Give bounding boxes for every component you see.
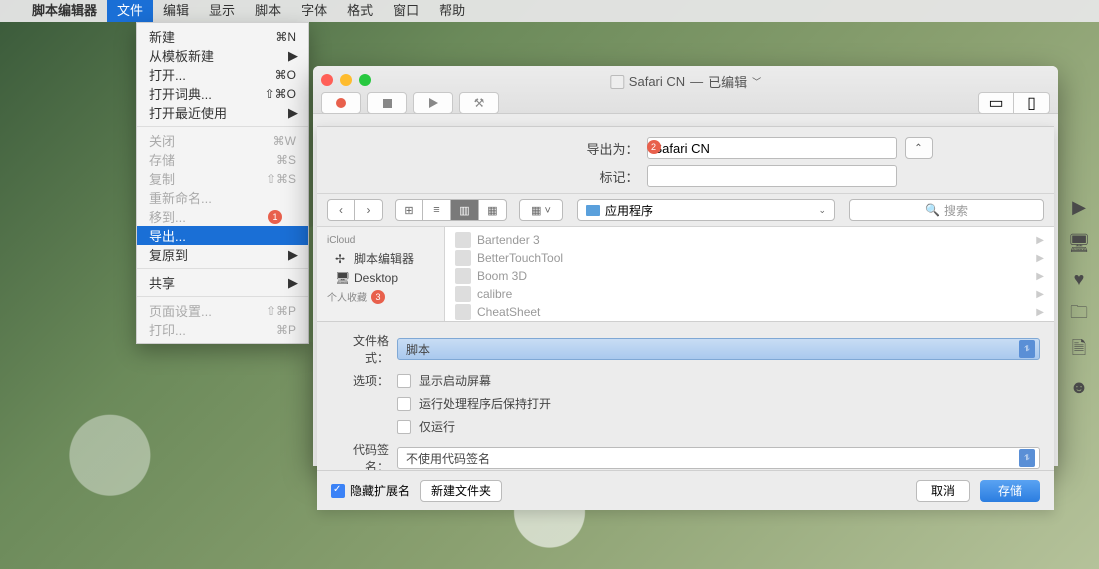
options-label: 选项：: [331, 372, 389, 389]
file-column[interactable]: Bartender 3▶ BetterTouchTool▶ Boom 3D▶ c…: [445, 227, 1054, 321]
menu-revert[interactable]: 复原到▶: [137, 245, 308, 264]
menu-moveto: 移到...1: [137, 207, 308, 226]
codesign-select[interactable]: 不使用代码签名⥮: [397, 447, 1040, 469]
menu-open-recent[interactable]: 打开最近使用▶: [137, 103, 308, 122]
app-icon: [455, 304, 471, 320]
new-folder-button[interactable]: 新建文件夹: [420, 480, 502, 502]
cancel-button[interactable]: 取消: [916, 480, 970, 502]
app-icon: [455, 232, 471, 248]
file-dropdown: 新建⌘N 从模板新建▶ 打开...⌘O 打开词典...⇧⌘O 打开最近使用▶ 关…: [136, 22, 309, 344]
file-item[interactable]: CheatSheet▶: [445, 303, 1054, 321]
folder-icon: [586, 205, 600, 216]
menubar: 脚本编辑器 文件 编辑 显示 脚本 字体 格式 窗口 帮助: [0, 0, 1099, 22]
stay-open-checkbox[interactable]: [397, 397, 411, 411]
browser-toolbar: ‹ › ⊞ ≡ ▥ ▦ ▦ ˅ 应用程序 ⌄ 🔍 搜索: [317, 193, 1054, 227]
view-gallery[interactable]: ▦: [479, 199, 507, 221]
nav-forward[interactable]: ›: [355, 199, 383, 221]
menu-page-setup: 页面设置...⇧⌘P: [137, 301, 308, 320]
view-icons[interactable]: ⊞: [395, 199, 423, 221]
sidebar-script-editor[interactable]: ✢脚本编辑器: [317, 248, 444, 269]
view-columns[interactable]: ▥: [451, 199, 479, 221]
menu-open-dictionary[interactable]: 打开词典...⇧⌘O: [137, 84, 308, 103]
folder-clock-icon[interactable]: 🗀: [1068, 304, 1090, 326]
file-clock-icon[interactable]: 🗎: [1068, 340, 1090, 362]
menu-duplicate: 复制⇧⌘S: [137, 169, 308, 188]
menu-help[interactable]: 帮助: [429, 0, 475, 22]
panel-toggle-right[interactable]: ▯: [1014, 92, 1050, 114]
window-title: Safari CN — 已编辑 ﹀: [610, 72, 761, 91]
app-menu[interactable]: 脚本编辑器: [22, 0, 107, 22]
menu-edit[interactable]: 编辑: [153, 0, 199, 22]
run-only-label: 仅运行: [419, 418, 455, 435]
menu-script[interactable]: 脚本: [245, 0, 291, 22]
heart-icon[interactable]: ♥: [1068, 268, 1090, 290]
menu-print: 打印...⌘P: [137, 320, 308, 339]
menu-open[interactable]: 打开...⌘O: [137, 65, 308, 84]
titlebar: Safari CN — 已编辑 ﹀ ⚒ ▭ ▯: [313, 66, 1058, 114]
show-startup-label: 显示启动屏幕: [419, 372, 491, 389]
run-only-checkbox[interactable]: [397, 420, 411, 434]
nav-back[interactable]: ‹: [327, 199, 355, 221]
location-popup[interactable]: 应用程序 ⌄: [577, 199, 835, 221]
menu-window[interactable]: 窗口: [383, 0, 429, 22]
file-item[interactable]: Bartender 3▶: [445, 231, 1054, 249]
menu-new[interactable]: 新建⌘N: [137, 27, 308, 46]
menu-new-from-template[interactable]: 从模板新建▶: [137, 46, 308, 65]
menu-view[interactable]: 显示: [199, 0, 245, 22]
sidebar-header-favorites: 个人收藏3: [317, 287, 444, 306]
menu-share[interactable]: 共享▶: [137, 273, 308, 292]
save-button[interactable]: 存储: [980, 480, 1040, 502]
app-icon: ✢: [335, 252, 349, 266]
menu-export[interactable]: 导出...: [137, 226, 308, 245]
menu-font[interactable]: 字体: [291, 0, 337, 22]
record-button[interactable]: [321, 92, 361, 114]
desktop-icon: 🖥: [335, 271, 349, 285]
show-startup-checkbox[interactable]: [397, 374, 411, 388]
group-menu[interactable]: ▦ ˅: [519, 199, 563, 221]
file-item[interactable]: BetterTouchTool▶: [445, 249, 1054, 267]
tags-label: 标记：: [439, 167, 639, 186]
search-icon: 🔍: [925, 203, 940, 217]
menu-file[interactable]: 文件: [107, 0, 153, 22]
sidebar-header-icloud: iCloud: [317, 233, 444, 248]
sidebar-desktop[interactable]: 🖥Desktop: [317, 269, 444, 287]
file-format-label: 文件格式：: [331, 332, 389, 366]
export-as-label: 2 导出为：: [439, 139, 639, 158]
hide-extension-checkbox[interactable]: [331, 484, 345, 498]
finder-icon[interactable]: ☻: [1068, 376, 1090, 398]
export-sheet: 2 导出为： ⌃ 标记： ‹ › ⊞ ≡ ▥ ▦ ▦ ˅ 应用程序 ⌄ 🔍: [317, 126, 1054, 510]
run-button[interactable]: [413, 92, 453, 114]
window-close[interactable]: [321, 74, 333, 86]
stay-open-label: 运行处理程序后保持打开: [419, 395, 551, 412]
menu-close: 关闭⌘W: [137, 131, 308, 150]
sidebar: iCloud ✢脚本编辑器 🖥Desktop 个人收藏3: [317, 227, 445, 321]
sheet-bottom-bar: 隐藏扩展名 新建文件夹 取消 存储: [317, 470, 1054, 510]
file-browser: iCloud ✢脚本编辑器 🖥Desktop 个人收藏3 Bartender 3…: [317, 227, 1054, 322]
export-options: 文件格式： 脚本⥮ 选项： 显示启动屏幕 运行处理程序后保持打开 仅运行 代码签…: [317, 322, 1054, 483]
file-item[interactable]: calibre▶: [445, 285, 1054, 303]
expand-collapse-button[interactable]: ⌃: [905, 137, 933, 159]
app-icon: [455, 250, 471, 266]
chat-icon[interactable]: ▶: [1068, 196, 1090, 218]
menu-save: 存储⌘S: [137, 150, 308, 169]
app-icon: [455, 268, 471, 284]
export-name-input[interactable]: [647, 137, 897, 159]
app-icon: [455, 286, 471, 302]
hide-extension-label: 隐藏扩展名: [350, 482, 410, 499]
monitor-icon[interactable]: 🖥: [1068, 232, 1090, 254]
file-item[interactable]: Boom 3D▶: [445, 267, 1054, 285]
view-list[interactable]: ≡: [423, 199, 451, 221]
right-dock: ▶ 🖥 ♥ 🗀 🗎 ☻: [1059, 196, 1099, 398]
document-icon: [610, 75, 624, 89]
compile-button[interactable]: ⚒: [459, 92, 499, 114]
file-format-select[interactable]: 脚本⥮: [397, 338, 1040, 360]
search-field[interactable]: 🔍 搜索: [849, 199, 1044, 221]
window-minimize[interactable]: [340, 74, 352, 86]
window-zoom[interactable]: [359, 74, 371, 86]
panel-toggle-left[interactable]: ▭: [978, 92, 1014, 114]
tags-input[interactable]: [647, 165, 897, 187]
stop-button[interactable]: [367, 92, 407, 114]
menu-rename: 重新命名...: [137, 188, 308, 207]
menu-format[interactable]: 格式: [337, 0, 383, 22]
